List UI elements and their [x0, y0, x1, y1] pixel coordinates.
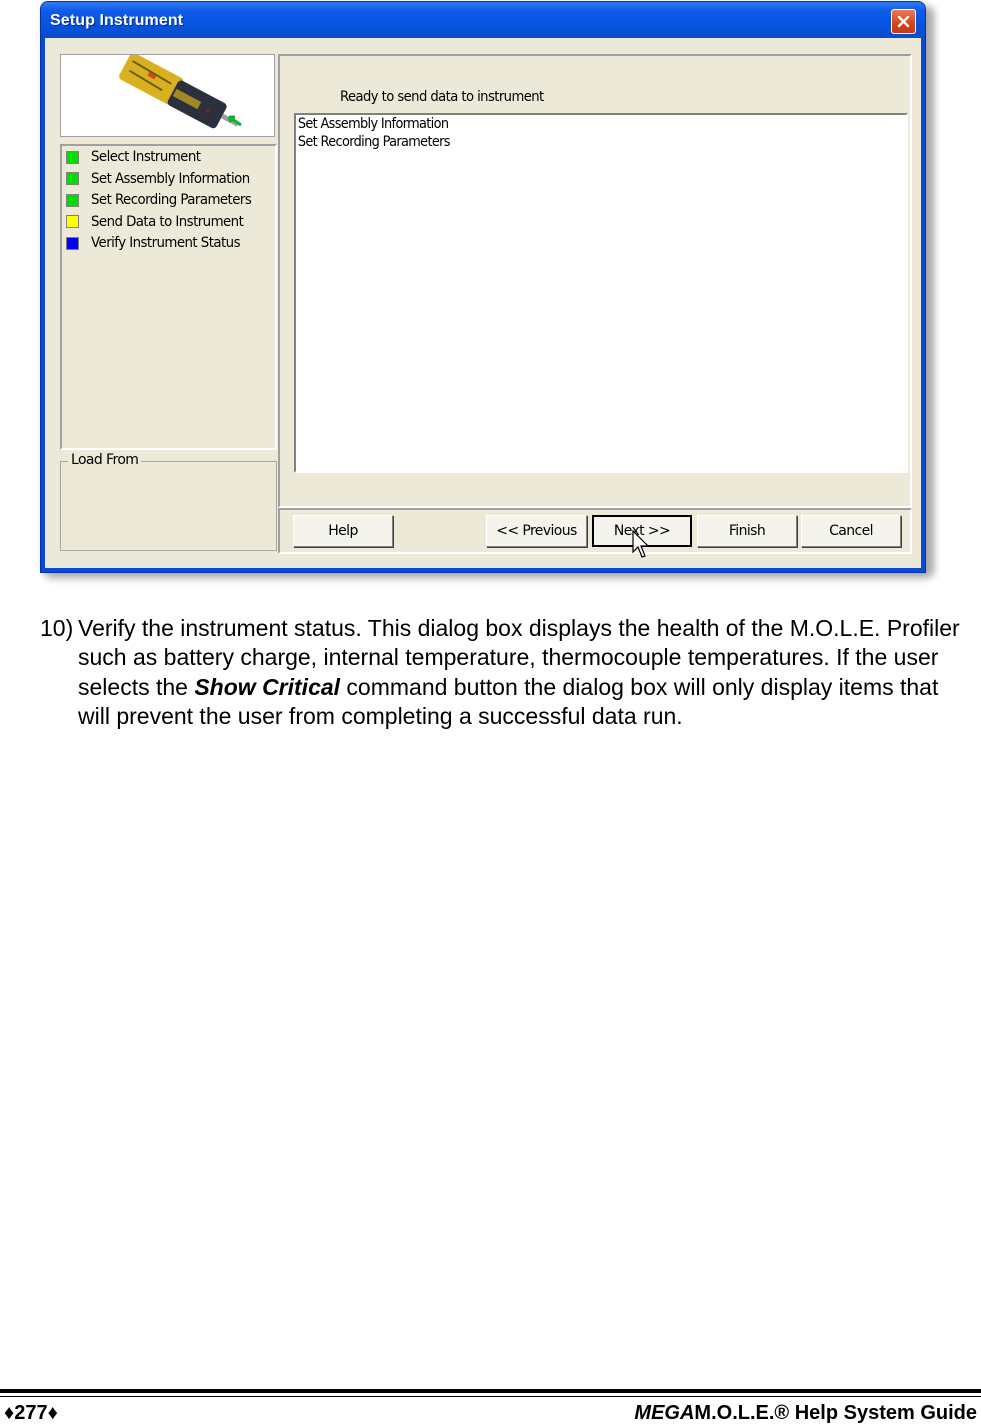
step-select-instrument: Select Instrument: [66, 148, 210, 166]
status-square-icon: [66, 193, 79, 207]
step-set-assembly-information: Set Assembly Information: [66, 170, 263, 188]
setup-instrument-dialog: Setup Instrument Select Instrument Set A…: [40, 1, 926, 573]
pending-actions-listbox[interactable]: Set Assembly Information Set Recording P…: [294, 113, 908, 473]
content-pane: Ready to send data to instrument Set Ass…: [278, 54, 912, 508]
footer-rule-thin: [0, 1396, 981, 1397]
guide-title: MEGAM.O.L.E.® Help System Guide: [634, 1402, 977, 1425]
footer-rule: [0, 1389, 981, 1393]
button-bar: Help << Previous Next >> Finish Cancel: [278, 508, 912, 554]
instrument-image-box: [60, 52, 275, 137]
step-set-recording-parameters: Set Recording Parameters: [66, 191, 265, 209]
previous-button[interactable]: << Previous: [486, 515, 587, 547]
wizard-steps-list: Select Instrument Set Assembly Informati…: [60, 144, 277, 450]
show-critical-emphasis: Show Critical: [194, 673, 341, 700]
status-message: Ready to send data to instrument: [340, 89, 544, 105]
finish-button[interactable]: Finish: [697, 515, 797, 547]
help-button[interactable]: Help: [293, 515, 393, 547]
close-icon: [897, 15, 910, 28]
load-from-group: Load From: [60, 452, 277, 551]
dialog-client-area: Select Instrument Set Assembly Informati…: [45, 38, 921, 568]
status-square-icon: [66, 150, 79, 164]
step-send-data-to-instrument: Send Data to Instrument: [66, 213, 257, 231]
status-square-icon: [66, 236, 79, 250]
instruction-body: Verify the instrument status. This dialo…: [78, 614, 975, 731]
mouse-pointer-icon: [632, 530, 650, 558]
cancel-button[interactable]: Cancel: [801, 515, 901, 547]
load-from-label: Load From: [68, 452, 142, 468]
step-verify-instrument-status: Verify Instrument Status: [66, 234, 253, 252]
step-label: Send Data to Instrument: [91, 213, 244, 230]
dialog-title: Setup Instrument: [50, 12, 184, 29]
guide-title-mega: MEGA: [634, 1402, 695, 1424]
status-square-icon: [66, 172, 79, 185]
step-label: Verify Instrument Status: [91, 235, 241, 251]
mole-profiler-device-image: [119, 52, 242, 129]
page-number: ♦277♦: [4, 1402, 58, 1424]
guide-title-rest: M.O.L.E.® Help System Guide: [694, 1402, 977, 1424]
close-button[interactable]: [891, 9, 916, 34]
title-bar[interactable]: Setup Instrument: [41, 2, 925, 38]
step-label: Select Instrument: [91, 149, 201, 165]
list-item[interactable]: Set Recording Parameters: [296, 133, 857, 151]
status-square-icon: [66, 215, 79, 228]
step-label: Set Assembly Information: [91, 170, 250, 187]
step-label: Set Recording Parameters: [91, 192, 252, 208]
list-item[interactable]: Set Assembly Information: [296, 115, 857, 133]
instruction-paragraph: 10) Verify the instrument status. This d…: [40, 614, 975, 731]
step-number: 10): [40, 615, 74, 641]
